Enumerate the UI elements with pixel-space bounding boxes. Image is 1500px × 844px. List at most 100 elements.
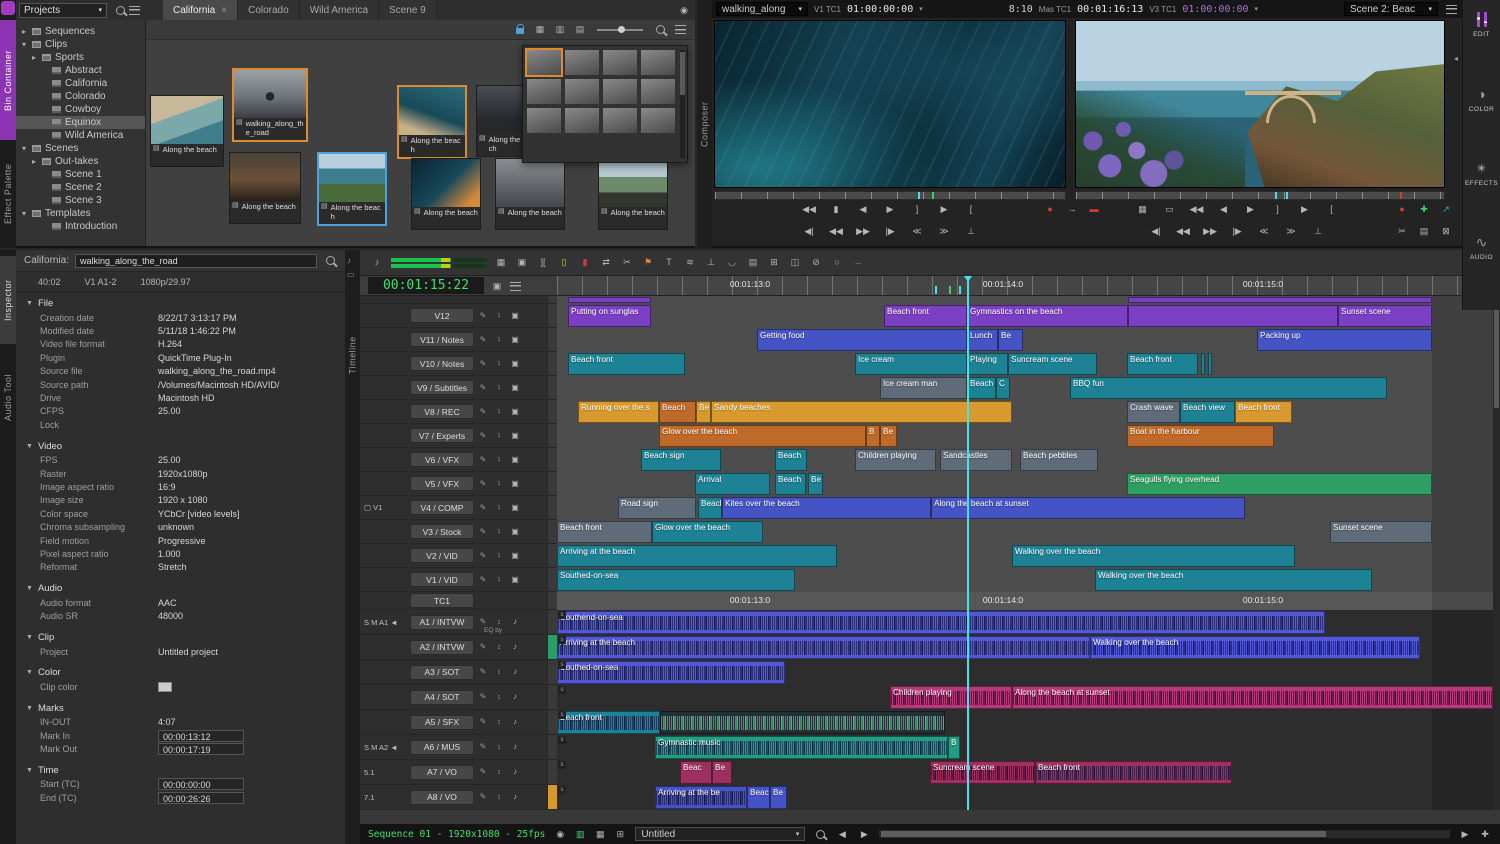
timeline-clip[interactable]: Packing up <box>1257 329 1432 351</box>
monitor-icon[interactable]: ▣ <box>508 573 522 587</box>
solo-mute-icon[interactable]: ↕ <box>492 477 506 491</box>
transport-button-1[interactable]: ◀◀ <box>829 224 843 238</box>
pencil-icon[interactable]: ✎ <box>476 715 490 729</box>
pencil-icon[interactable]: ✎ <box>476 573 490 587</box>
transport-button-4[interactable]: ≪ <box>1257 224 1271 238</box>
field-value[interactable]: 00:00:26:26 <box>158 792 244 804</box>
solo-mute-icon[interactable]: ↕ <box>492 309 506 323</box>
tree-item-abstract[interactable]: Abstract <box>16 64 145 77</box>
timeline-clip[interactable]: Running over the s <box>578 401 659 423</box>
timeline-clip[interactable]: Playing <box>967 353 1008 375</box>
tree-item-scene-1[interactable]: Scene 1 <box>16 168 145 181</box>
lock-slot[interactable] <box>524 501 538 515</box>
timeline-clip[interactable]: Walking over the beach <box>1095 569 1372 591</box>
transport-button-4[interactable]: ] <box>910 202 924 216</box>
projects-app-icon[interactable] <box>1 1 15 15</box>
source-position-bar[interactable] <box>714 191 1066 200</box>
pencil-icon[interactable]: ✎ <box>476 501 490 515</box>
clip-thumbnail[interactable]: ▤Along the beach <box>317 152 387 226</box>
track-lane-a8[interactable]: sArriving at the beBeacBe <box>557 785 1493 810</box>
projects-dropdown[interactable]: Projects ▾ <box>19 3 107 18</box>
track-button-a5[interactable]: A5 / SFX <box>410 715 474 730</box>
timeline-clip[interactable]: Beach pebbles <box>1020 449 1098 471</box>
solo-mute-icon[interactable]: ↕ <box>492 765 506 779</box>
track-button-v11[interactable]: V11 / Notes <box>410 332 474 347</box>
menu-icon[interactable] <box>508 279 522 293</box>
workspace-effects[interactable]: ✴EFFECTS <box>1463 148 1500 222</box>
transport-button-5[interactable]: ] <box>1271 202 1285 216</box>
clip-thumbnail[interactable]: ▤Along the beach <box>150 95 224 167</box>
tab-bin-container[interactable]: Bin Container <box>0 20 16 140</box>
video-quality[interactable]: ▦ <box>494 256 508 270</box>
clip-name-input[interactable] <box>75 254 317 268</box>
timeline-clip[interactable]: Gymnastics on the beach <box>967 305 1128 327</box>
keyframe[interactable]: ⊥ <box>704 256 718 270</box>
transport-button-6[interactable]: ▶ <box>1298 202 1312 216</box>
timeline-clip[interactable]: Sandcastles <box>940 449 1012 471</box>
menu-icon[interactable] <box>127 3 141 17</box>
timeline-clip[interactable]: Beach <box>698 497 722 519</box>
transport-button-3[interactable]: ▶ <box>883 202 897 216</box>
tree-arrow-icon[interactable]: ▾ <box>20 144 28 153</box>
sequence-select-dropdown[interactable]: Untitled ▾ <box>635 827 805 841</box>
clip-thumbnail[interactable]: ▤Along the beach <box>229 152 301 224</box>
track-button-a6[interactable]: A6 / MUS <box>410 740 474 755</box>
transport-button-1[interactable]: ◀◀ <box>1176 224 1190 238</box>
monitor-icon[interactable]: ▣ <box>508 333 522 347</box>
grid[interactable]: ▦ <box>593 827 607 841</box>
lock-slot[interactable] <box>524 477 538 491</box>
track-button-a3[interactable]: A3 / SOT <box>410 665 474 680</box>
timeline-clip[interactable]: Gymnastic music <box>655 736 948 759</box>
pencil-icon[interactable]: ✎ <box>476 429 490 443</box>
timeline-clip[interactable]: Glow over the beach <box>659 425 866 447</box>
workspace-color[interactable]: ◑COLOR <box>1463 74 1500 148</box>
track-button-tc1[interactable]: TC1 <box>410 593 474 608</box>
timeline-clip[interactable]: B <box>866 425 880 447</box>
clip-thumbnail[interactable]: ▤walking_along_the_road <box>232 68 308 142</box>
timeline-clip[interactable]: Lunch <box>967 329 998 351</box>
panel-menu-icon[interactable]: ◉ <box>677 3 691 17</box>
timeline-clip[interactable]: Along the beach at sunset <box>931 497 1245 519</box>
timeline-clip[interactable]: Beach view <box>1180 401 1235 423</box>
transport-button-6[interactable]: ⊥ <box>1311 224 1325 238</box>
section-header[interactable]: ▼Clip <box>16 630 345 645</box>
mix[interactable]: ◫ <box>788 256 802 270</box>
lock-slot[interactable] <box>524 429 538 443</box>
monitor-icon[interactable]: ▣ <box>508 429 522 443</box>
collapse-arrow-icon[interactable]: ◂ <box>1454 54 1458 63</box>
audio-wave[interactable]: ≋ <box>683 256 697 270</box>
tab-effect-palette[interactable]: Effect Palette <box>0 144 16 244</box>
track-button-a4[interactable]: A4 / SOT <box>410 690 474 705</box>
pencil-icon[interactable]: ✎ <box>476 690 490 704</box>
timeline-clip[interactable]: Be <box>998 329 1023 351</box>
solo-mute-icon[interactable]: ↕ <box>492 525 506 539</box>
timeline-clip[interactable]: C <box>996 377 1010 399</box>
transport-button-5[interactable]: ▶ <box>937 202 951 216</box>
track-lane-v11[interactable]: Getting foodLunchBePacking up <box>557 328 1493 352</box>
tab-inspector[interactable]: Inspector <box>0 256 16 344</box>
close-icon[interactable]: × <box>221 5 227 16</box>
track-lane-a5[interactable]: sBeach front <box>557 710 1493 735</box>
transport-button-1[interactable]: → <box>1065 202 1079 216</box>
mini-thumbnail[interactable] <box>641 50 675 75</box>
transport-button-0[interactable]: ▦ <box>1136 202 1150 216</box>
track-patch[interactable]: 5.1 <box>364 768 408 777</box>
timeline-clip[interactable]: Crash wave <box>1127 401 1180 423</box>
transport-button-0[interactable]: ◀| <box>802 224 816 238</box>
timeline-clip[interactable]: Beach <box>659 401 696 423</box>
track-lane-tc1[interactable]: 00:01:13:000:01:14:000:01:15:0 <box>557 592 1493 610</box>
timeline-clip[interactable]: Beach front <box>568 353 685 375</box>
timeline-clip[interactable] <box>568 297 651 303</box>
monitor-icon[interactable]: ▣ <box>508 501 522 515</box>
marker[interactable]: ⚑ <box>641 256 655 270</box>
lock-slot[interactable] <box>524 790 538 804</box>
track-patch[interactable]: ▢ V1 <box>364 503 408 512</box>
solo-mute-icon[interactable]: ↕ <box>492 501 506 515</box>
transport-button-2[interactable]: ↗ <box>1439 202 1453 216</box>
add-track[interactable]: ⊞ <box>613 827 627 841</box>
timeline-clip[interactable]: Suncream scene <box>1008 353 1097 375</box>
tree-item-equinox[interactable]: Equinox <box>16 116 145 129</box>
add-track[interactable]: ⊞ <box>767 256 781 270</box>
track-lane-v9[interactable]: Ice cream manBeachCBBQ fun <box>557 376 1493 400</box>
transport-button-3[interactable]: ◀ <box>1217 202 1231 216</box>
